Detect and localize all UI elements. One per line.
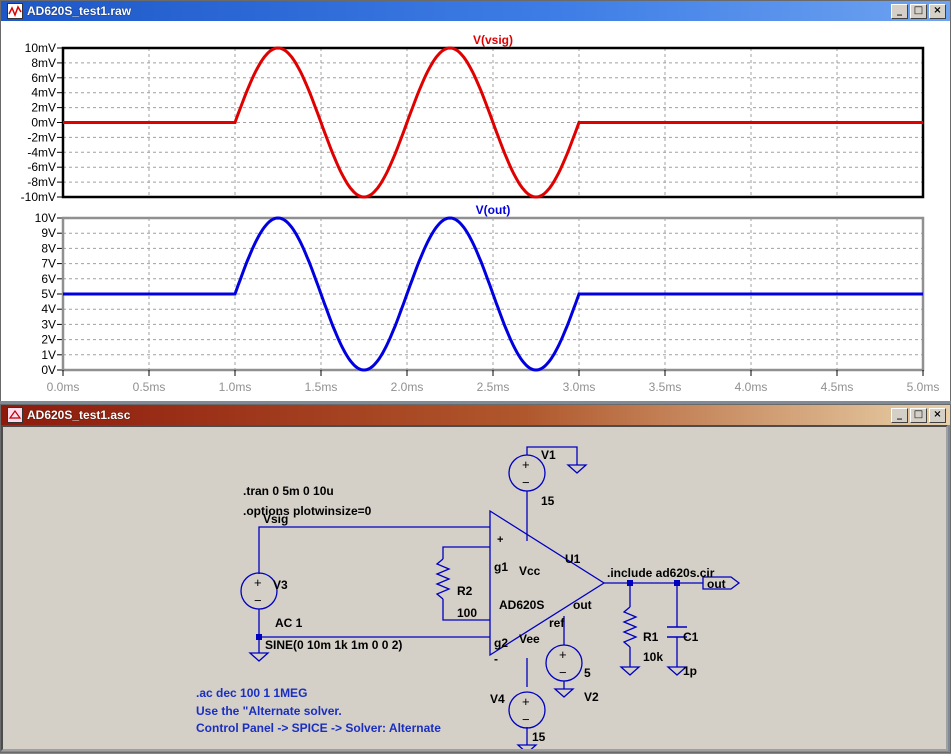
v4-value[interactable]: 15 [532, 730, 546, 744]
r2-name[interactable]: R2 [457, 584, 473, 598]
schematic-minimize-button[interactable]: _ [891, 407, 908, 423]
plot-window-titlebar[interactable]: AD620S_test1.raw _ □ × [1, 1, 950, 21]
y-tick-label: 4mV [31, 86, 56, 100]
plot-minimize-button[interactable]: _ [891, 3, 908, 19]
pin-out-label: out [573, 598, 592, 612]
svg-text:+: + [254, 575, 262, 590]
plot-window-title: AD620S_test1.raw [27, 4, 132, 18]
waveform-plot-svg[interactable]: 10mV8mV6mV4mV2mV0mV-2mV-4mV-6mV-8mV-10mV… [1, 21, 950, 401]
x-tick-label: 2.5ms [477, 380, 510, 394]
y-tick-label: -4mV [27, 145, 56, 159]
y-tick-label: 6V [41, 272, 56, 286]
y-tick-label: 0mV [31, 116, 56, 130]
y-tick-label: 9V [41, 226, 56, 240]
y-tick-label: 10mV [25, 41, 56, 55]
plot-restore-button[interactable]: □ [910, 3, 927, 19]
trace-title[interactable]: V(vsig) [473, 33, 513, 47]
v1-name[interactable]: V1 [541, 448, 556, 462]
x-tick-label: 1.0ms [219, 380, 252, 394]
x-tick-label: 2.0ms [391, 380, 424, 394]
y-tick-label: 4V [41, 302, 56, 316]
solver-comment-1[interactable]: Use the "Alternate solver. [196, 704, 342, 718]
pin-g2-label: g2 [494, 636, 508, 650]
tran-directive[interactable]: .tran 0 5m 0 10u [243, 484, 334, 498]
y-tick-label: 2mV [31, 101, 56, 115]
y-tick-label: -8mV [27, 175, 56, 189]
vsig-net-label[interactable]: Vsig [263, 512, 288, 526]
x-tick-label: 3.5ms [649, 380, 682, 394]
v2-name[interactable]: V2 [584, 690, 599, 704]
x-tick-label: 3.0ms [563, 380, 596, 394]
u1-opamp-symbol[interactable] [489, 509, 606, 657]
v3-name[interactable]: V3 [273, 578, 288, 592]
svg-text:+: + [559, 647, 567, 662]
x-tick-label: 4.5ms [821, 380, 854, 394]
x-tick-label: 0.0ms [47, 380, 80, 394]
x-tick-label: 5.0ms [907, 380, 940, 394]
r1-resistor-symbol[interactable] [622, 606, 638, 648]
v3-sine-value[interactable]: SINE(0 10m 1k 1m 0 0 2) [265, 638, 402, 652]
pin-vcc-label: Vcc [519, 564, 541, 578]
y-tick-label: 8V [41, 241, 56, 255]
pin-ref-label: ref [549, 616, 565, 630]
y-tick-label: 7V [41, 257, 56, 271]
schematic-app-icon[interactable] [7, 407, 23, 423]
schematic-window-titlebar[interactable]: AD620S_test1.asc _ □ × [1, 405, 950, 425]
r2-resistor-symbol[interactable] [435, 558, 451, 600]
y-tick-label: 3V [41, 317, 56, 331]
y-tick-label: -6mV [27, 160, 56, 174]
y-tick-label: 0V [41, 363, 56, 377]
y-tick-label: 5V [41, 287, 56, 301]
y-tick-label: 8mV [31, 56, 56, 70]
svg-text:−: − [254, 593, 262, 608]
out-net-label[interactable]: out [707, 577, 726, 591]
schematic-canvas[interactable]: + − + − + − + − .tran 0 5m 0 10u .option… [1, 425, 948, 754]
r1-name[interactable]: R1 [643, 630, 659, 644]
svg-text:−: − [559, 665, 567, 680]
schematic-window[interactable]: AD620S_test1.asc _ □ × + − + − + − + − .… [0, 404, 951, 754]
y-tick-label: 10V [35, 211, 56, 225]
svg-text:+: + [522, 694, 530, 709]
schematic-restore-button[interactable]: □ [910, 407, 927, 423]
svg-text:−: − [522, 712, 530, 727]
c1-value[interactable]: 1p [683, 664, 697, 678]
u1-part-name[interactable]: AD620S [499, 598, 544, 612]
pin-g1-label: g1 [494, 560, 508, 574]
y-tick-label: 2V [41, 333, 56, 347]
schematic-window-title: AD620S_test1.asc [27, 408, 131, 422]
svg-text:+: + [522, 457, 530, 472]
r2-value[interactable]: 100 [457, 606, 477, 620]
waveform-app-icon[interactable] [7, 3, 23, 19]
v1-value[interactable]: 15 [541, 494, 555, 508]
plot-close-button[interactable]: × [929, 3, 946, 19]
u1-name[interactable]: U1 [565, 552, 581, 566]
y-tick-label: -10mV [21, 190, 56, 204]
y-tick-label: 6mV [31, 71, 56, 85]
pin-plus-label: + [497, 534, 503, 546]
y-tick-label: 1V [41, 348, 56, 362]
trace-out[interactable] [63, 216, 923, 372]
svg-text:−: − [522, 475, 530, 490]
x-tick-label: 4.0ms [735, 380, 768, 394]
waveform-plot-area[interactable]: 10mV 8mV 6mV 4mV 2mV 0mV -2mV -4mV -6mV -8mV -10mV… [1, 21, 950, 401]
v3-ac-value[interactable]: AC 1 [275, 616, 303, 630]
ac-directive[interactable]: .ac dec 100 1 1MEG [196, 686, 307, 700]
pin-vee-label: Vee [519, 632, 540, 646]
y-tick-label: -2mV [27, 130, 56, 144]
solver-comment-2[interactable]: Control Panel -> SPICE -> Solver: Altern… [196, 721, 441, 735]
v4-name[interactable]: V4 [490, 692, 505, 706]
trace-title[interactable]: V(out) [476, 203, 511, 217]
pin-minus-label: - [494, 652, 498, 666]
r1-value[interactable]: 10k [643, 650, 663, 664]
v2-value[interactable]: 5 [584, 666, 591, 680]
c1-name[interactable]: C1 [683, 630, 699, 644]
plot-window[interactable]: AD620S_test1.raw _ □ × 10mV 8mV 6mV 4mV 2mV 0… [0, 0, 951, 401]
x-tick-label: 0.5ms [133, 380, 166, 394]
include-directive[interactable]: .include ad620s.cir [607, 566, 715, 580]
x-tick-label: 1.5ms [305, 380, 338, 394]
schematic-close-button[interactable]: × [929, 407, 946, 423]
schematic-svg[interactable]: + − + − + − + − .tran 0 5m 0 10u .options pl… [3, 427, 946, 754]
